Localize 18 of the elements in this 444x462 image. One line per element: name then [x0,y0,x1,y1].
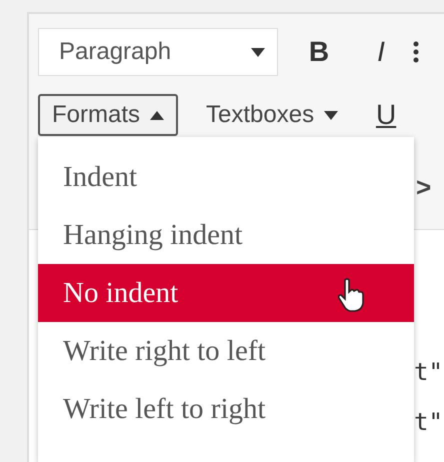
menu-item[interactable]: Write left to right [38,380,414,438]
caret-icon [251,48,265,56]
more-button[interactable]: > [416,172,432,203]
caret-icon [324,110,338,120]
block-format-select[interactable]: Paragraph [38,28,278,76]
formats-button[interactable]: Formats [38,94,178,136]
underline-button[interactable]: U [366,99,406,131]
code-text: t" [414,358,444,386]
menu-item[interactable]: Hanging indent [38,206,414,264]
hand-cursor-icon [338,278,364,312]
bold-button[interactable]: B [288,36,350,68]
menu-item[interactable]: Write right to left [38,322,414,380]
menu-item[interactable]: No indent [38,264,414,322]
caret-icon [150,110,164,120]
textboxes-button[interactable]: Textboxes [192,94,352,136]
menu-item[interactable]: Indent [38,148,414,206]
italic-button[interactable]: I [350,36,412,68]
code-text: t" [414,408,444,436]
